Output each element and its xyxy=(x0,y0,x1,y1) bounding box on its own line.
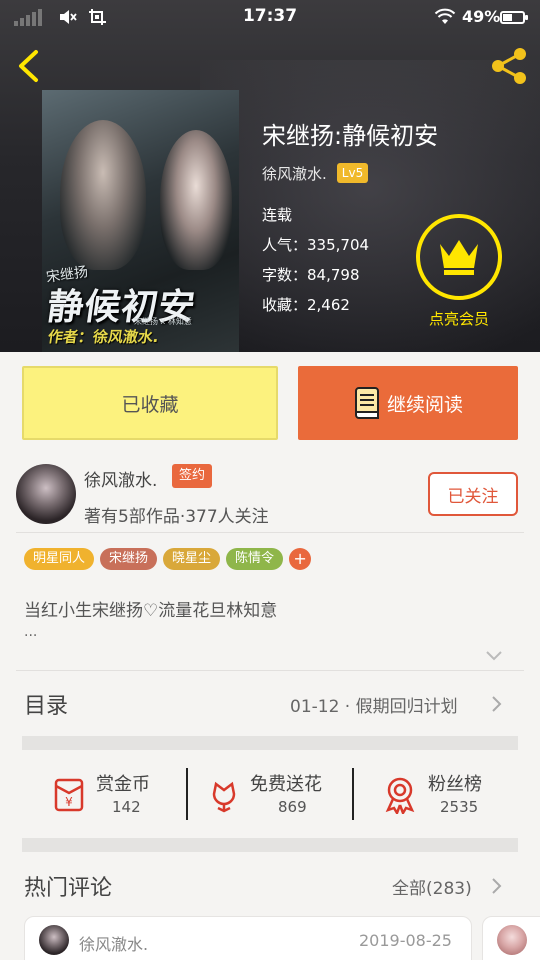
chevron-left-icon[interactable] xyxy=(12,48,46,84)
divider xyxy=(16,670,524,671)
catalog-label[interactable]: 目录 xyxy=(24,688,68,720)
comment-date: 2019-08-25 xyxy=(359,931,452,950)
share-icon[interactable] xyxy=(488,46,530,86)
avatar xyxy=(497,925,527,955)
signed-badge: 签约 xyxy=(172,464,213,488)
avatar xyxy=(39,925,69,955)
description-ellipsis: ... xyxy=(24,624,38,640)
book-cover[interactable]: 宋继扬 静候初安 宋继扬 x 林知意 作者：徐风澈水. xyxy=(42,90,239,352)
book-header: 17:37 49% 宋继扬 静候初安 宋继扬 x 林知意 作者：徐风澈水. 宋继… xyxy=(0,0,540,352)
hot-comments-label: 热门评论 xyxy=(24,876,113,901)
collected-label: 已收藏 xyxy=(121,393,179,416)
crown-icon xyxy=(440,240,478,275)
book-description: 当红小生宋继扬♡流量花旦林知意 xyxy=(24,601,278,621)
all-comments-link[interactable]: 全部(283) xyxy=(392,874,472,899)
book-title: 宋继扬:静候初安 xyxy=(262,122,439,150)
battery-icon xyxy=(500,11,528,24)
award-ribbon-icon xyxy=(385,777,415,814)
section-separator xyxy=(22,838,518,852)
fan-ranking-label: 粉丝榜 xyxy=(428,774,482,795)
free-flowers[interactable]: 免费送花 869 xyxy=(204,766,344,826)
svg-text:¥: ¥ xyxy=(65,795,73,809)
reward-coins[interactable]: ¥ 赏金币 142 xyxy=(46,766,176,826)
author-line[interactable]: 徐风澈水. Lv5 xyxy=(262,162,369,184)
popularity: 人气：335,704 xyxy=(262,236,370,254)
fan-ranking-value: 2535 xyxy=(440,798,479,816)
vip-label[interactable]: 点亮会员 xyxy=(400,308,518,329)
section-separator xyxy=(22,736,518,750)
flower-icon xyxy=(212,781,236,813)
latest-chapter[interactable]: 01-12 · 假期回归计划 xyxy=(290,692,458,717)
author-card-name[interactable]: 徐风澈水. xyxy=(84,466,157,491)
book-icon xyxy=(354,387,379,419)
vip-button[interactable] xyxy=(416,214,502,300)
comment-card[interactable] xyxy=(482,916,540,960)
add-tag-button[interactable]: + xyxy=(289,548,312,570)
word-count: 字数：84,798 xyxy=(262,266,360,284)
free-flowers-value: 869 xyxy=(278,798,307,816)
chevron-right-icon[interactable] xyxy=(490,695,502,713)
stat-divider xyxy=(186,768,188,820)
battery-level xyxy=(503,14,513,21)
stat-divider xyxy=(352,768,354,820)
red-envelope-icon: ¥ xyxy=(54,778,84,812)
reward-coins-label: 赏金币 xyxy=(96,774,150,795)
status-bar: 17:37 49% xyxy=(0,0,540,34)
cover-figure-right xyxy=(160,130,232,270)
status-time: 17:37 xyxy=(242,6,298,26)
tag-chip[interactable]: 陈情令 xyxy=(226,548,284,570)
chevron-down-icon[interactable] xyxy=(484,648,504,662)
author-avatar[interactable] xyxy=(16,464,76,524)
fan-ranking[interactable]: 粉丝榜 2535 xyxy=(380,766,520,826)
tag-chip[interactable]: 宋继扬 xyxy=(100,548,158,570)
cover-author: 作者：徐风澈水. xyxy=(46,328,160,346)
follow-button[interactable]: 已关注 xyxy=(428,472,518,516)
tag-chip[interactable]: 晓星尘 xyxy=(163,548,221,570)
book-status: 连载 xyxy=(262,206,293,224)
follow-label: 已关注 xyxy=(447,486,499,507)
divider xyxy=(16,532,524,533)
collected-button[interactable]: 已收藏 xyxy=(22,366,278,440)
comment-card[interactable]: 徐风澈水. 2019-08-25 xyxy=(24,916,472,960)
continue-reading-button[interactable]: 继续阅读 xyxy=(298,366,518,440)
reward-coins-value: 142 xyxy=(112,798,141,816)
tag-chip[interactable]: 明星同人 xyxy=(24,548,95,570)
wifi-icon xyxy=(434,8,456,24)
chevron-right-icon[interactable] xyxy=(490,877,502,895)
free-flowers-label: 免费送花 xyxy=(250,774,322,795)
cover-figure-left xyxy=(60,120,146,270)
battery-percent: 49% xyxy=(462,7,501,26)
favorites-count: 收藏：2,462 xyxy=(262,296,350,314)
author-works-info: 著有5部作品·377人关注 xyxy=(84,507,269,527)
continue-reading-label: 继续阅读 xyxy=(386,393,463,416)
comment-user: 徐风澈水. xyxy=(79,935,149,954)
level-badge: Lv5 xyxy=(336,163,369,183)
tag-list: 明星同人 宋继扬 晓星尘 陈情令 + xyxy=(24,548,312,570)
author-name: 徐风澈水. xyxy=(262,164,327,183)
